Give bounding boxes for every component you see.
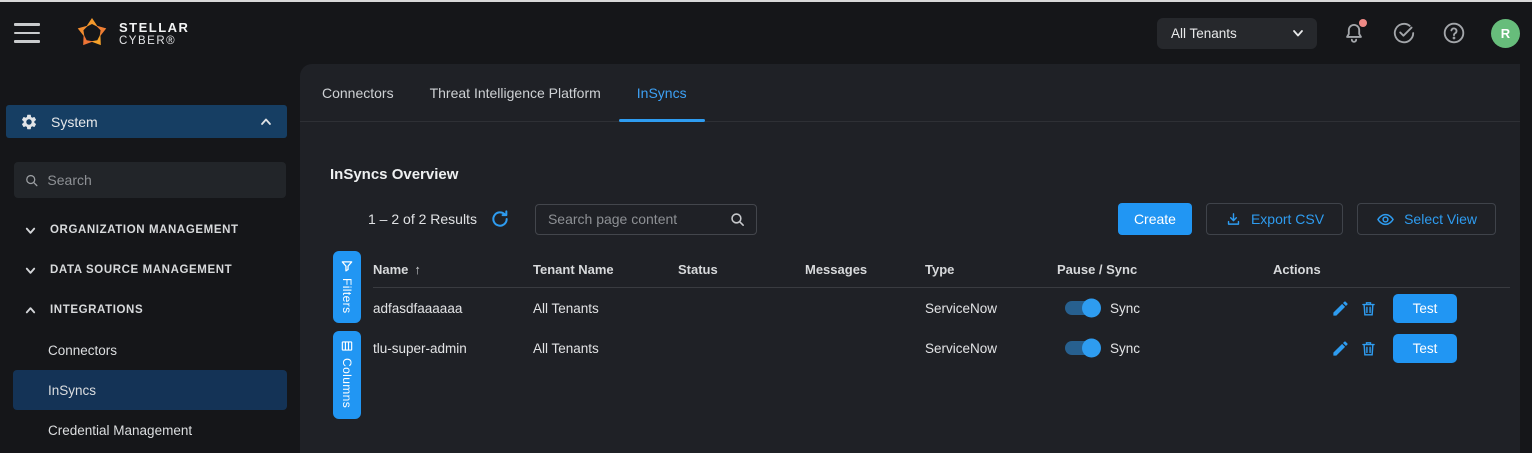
chevron-down-icon [24, 224, 37, 237]
sync-label: Sync [1110, 341, 1140, 356]
help-icon[interactable] [1441, 20, 1467, 46]
create-button[interactable]: Create [1118, 203, 1192, 235]
app-window: STELLAR CYBER® All Tenants [0, 2, 1532, 453]
main-content-panel: Connectors Threat Intelligence Platform … [300, 64, 1520, 453]
search-icon [729, 211, 746, 228]
columns-icon [340, 339, 354, 353]
results-count: 1 – 2 of 2 Results [368, 211, 477, 227]
cell-tenant: All Tenants [533, 301, 678, 316]
filter-icon [340, 259, 354, 273]
tab-bar: Connectors Threat Intelligence Platform … [300, 64, 1520, 122]
table-side-rail: Filters Columns [300, 251, 373, 453]
sidebar-section-organization-management[interactable]: ORGANIZATION MANAGEMENT [0, 210, 300, 250]
tenant-selector-dropdown[interactable]: All Tenants [1157, 18, 1317, 49]
chevron-down-icon [1291, 26, 1305, 40]
tab-connectors[interactable]: Connectors [304, 64, 412, 121]
cell-actions: Test [1273, 294, 1510, 323]
chevron-down-icon [24, 264, 37, 277]
section-label: DATA SOURCE MANAGEMENT [50, 264, 232, 276]
column-header-messages[interactable]: Messages [805, 262, 925, 277]
column-header-status[interactable]: Status [678, 262, 805, 277]
search-icon [24, 172, 39, 189]
gear-icon [20, 113, 38, 131]
sync-toggle[interactable] [1065, 341, 1099, 355]
cell-type: ServiceNow [925, 341, 1057, 356]
avatar-initial: R [1501, 26, 1510, 41]
delete-trash-icon[interactable] [1359, 339, 1378, 358]
action-buttons: Create Export CSV Select View [1118, 203, 1496, 235]
sidebar-item-credential-management[interactable]: Credential Management [0, 410, 300, 450]
sidebar-header-label: System [51, 114, 98, 130]
column-header-tenant-name[interactable]: Tenant Name [533, 262, 678, 277]
test-button[interactable]: Test [1393, 294, 1457, 323]
chevron-up-icon [24, 304, 37, 317]
section-label: ORGANIZATION MANAGEMENT [50, 224, 239, 236]
sidebar-item-label: Credential Management [48, 423, 192, 438]
sync-label: Sync [1110, 301, 1140, 316]
column-header-actions: Actions [1273, 262, 1510, 277]
edit-pencil-icon[interactable] [1331, 299, 1350, 318]
column-header-type[interactable]: Type [925, 262, 1057, 277]
chevron-up-icon [259, 115, 273, 129]
cell-actions: Test [1273, 334, 1510, 363]
cell-pause-sync: Sync [1057, 301, 1273, 316]
section-label: INTEGRATIONS [50, 304, 143, 316]
tab-insyncs[interactable]: InSyncs [619, 64, 705, 121]
cell-name: adfasdfaaaaaa [373, 301, 533, 316]
tab-threat-intelligence-platform[interactable]: Threat Intelligence Platform [412, 64, 619, 121]
health-check-icon[interactable] [1391, 20, 1417, 46]
table-controls: 1 – 2 of 2 Results Create Export CSV [368, 203, 1496, 235]
test-button[interactable]: Test [1393, 334, 1457, 363]
cell-tenant: All Tenants [533, 341, 678, 356]
insyncs-table: Name ↑ Tenant Name Status Messages Type … [373, 251, 1510, 453]
table-row: tlu-super-admin All Tenants ServiceNow S… [373, 328, 1510, 368]
sidebar-item-connectors[interactable]: Connectors [0, 330, 300, 370]
table-header-row: Name ↑ Tenant Name Status Messages Type … [373, 251, 1510, 288]
page-search[interactable] [535, 204, 757, 235]
top-bar: STELLAR CYBER® All Tenants [0, 2, 1532, 64]
cell-pause-sync: Sync [1057, 341, 1273, 356]
logo-wordmark: STELLAR CYBER® [119, 20, 189, 47]
filters-button[interactable]: Filters [333, 251, 361, 323]
table-zone: Filters Columns Name ↑ Tenant Name [300, 251, 1520, 453]
page-title: InSyncs Overview [330, 166, 1520, 183]
sidebar: System ORGANIZATION MANAGEMENT DATA SOUR… [0, 64, 300, 453]
edit-pencil-icon[interactable] [1331, 339, 1350, 358]
eye-icon [1376, 210, 1395, 229]
refresh-icon[interactable] [490, 209, 510, 229]
sidebar-search-input[interactable] [47, 172, 276, 188]
hamburger-menu-icon[interactable] [14, 23, 40, 43]
sidebar-item-insyncs[interactable]: InSyncs [13, 370, 287, 410]
user-avatar[interactable]: R [1491, 19, 1520, 48]
cell-type: ServiceNow [925, 301, 1057, 316]
select-view-button[interactable]: Select View [1357, 203, 1496, 235]
column-header-pause-sync[interactable]: Pause / Sync [1057, 262, 1273, 277]
tenant-selector-value: All Tenants [1171, 26, 1237, 41]
sort-asc-icon: ↑ [414, 262, 421, 277]
stellar-cyber-logo: STELLAR CYBER® [74, 15, 189, 51]
cell-status [678, 301, 805, 316]
cell-status [678, 341, 805, 356]
export-csv-button[interactable]: Export CSV [1206, 203, 1343, 235]
sidebar-section-data-source-management[interactable]: DATA SOURCE MANAGEMENT [0, 250, 300, 290]
column-header-name[interactable]: Name ↑ [373, 262, 533, 277]
columns-button[interactable]: Columns [333, 331, 361, 418]
page-search-input[interactable] [548, 211, 729, 227]
delete-trash-icon[interactable] [1359, 299, 1378, 318]
download-icon [1225, 211, 1242, 228]
sidebar-item-label: InSyncs [48, 383, 96, 398]
sidebar-search[interactable] [14, 162, 286, 198]
logo-star-icon [74, 15, 110, 51]
cell-name: tlu-super-admin [373, 341, 533, 356]
table-row: adfasdfaaaaaa All Tenants ServiceNow Syn… [373, 288, 1510, 328]
notification-badge-dot [1359, 19, 1367, 27]
sidebar-item-label: Connectors [48, 343, 117, 358]
sidebar-header-system[interactable]: System [6, 105, 287, 138]
notifications-bell-icon[interactable] [1341, 20, 1367, 46]
sync-toggle[interactable] [1065, 301, 1099, 315]
sidebar-section-integrations[interactable]: INTEGRATIONS [0, 290, 300, 330]
